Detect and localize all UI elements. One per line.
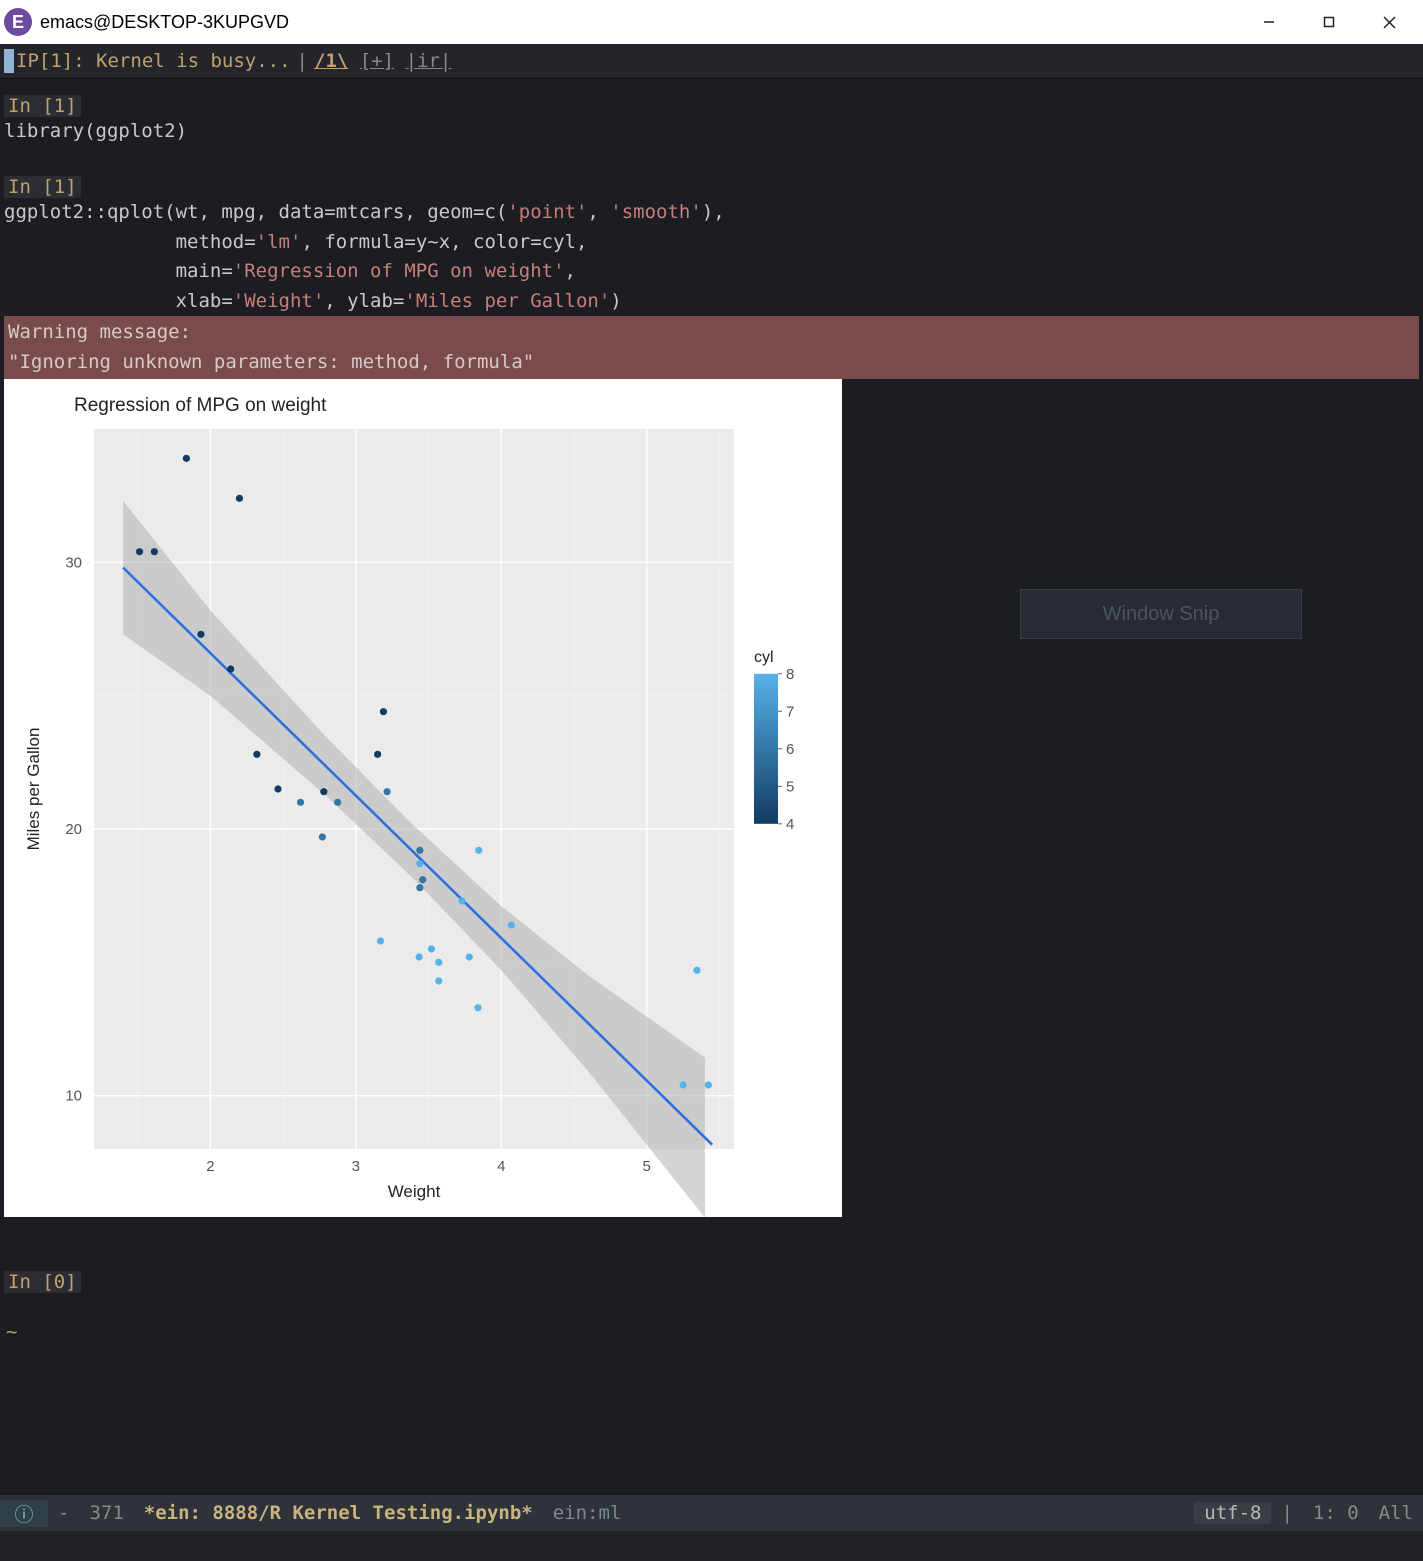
svg-text:10: 10 [65,1088,82,1105]
svg-text:cyl: cyl [754,649,774,666]
svg-text:Weight: Weight [388,1182,441,1201]
svg-text:3: 3 [352,1158,360,1175]
end-of-buffer: ~ [4,1321,1419,1343]
code-cell-2[interactable]: method='lm', formula=y~x, color=cyl, [4,228,1419,257]
warning-output: Warning message: "Ignoring unknown param… [4,316,1419,379]
titlebar[interactable]: E emacs@DESKTOP-3KUPGVD [0,0,1423,44]
kernel-lang[interactable]: |ir| [406,50,452,72]
svg-text:4: 4 [497,1158,505,1175]
cursor-position: 1: 0 [1303,1502,1369,1524]
major-mode[interactable]: ein:ml [543,1502,632,1524]
code-cell-2[interactable]: xlab='Weight', ylab='Miles per Gallon') [4,287,1419,316]
scroll-position: All [1369,1502,1423,1524]
add-cell-button[interactable]: [+] [360,50,394,72]
svg-text:Miles per Gallon: Miles per Gallon [24,728,43,851]
kernel-status: IP[1]: Kernel is busy... [16,50,291,72]
svg-text:5: 5 [786,778,794,795]
svg-text:20: 20 [65,821,82,838]
svg-text:Regression of MPG on weight: Regression of MPG on weight [74,395,327,416]
code-cell-2[interactable]: ggplot2::qplot(wt, mpg, data=mtcars, geo… [4,198,1419,227]
code-cell-1[interactable]: library(ggplot2) [4,117,1419,146]
cursor-indicator [4,49,14,73]
svg-text:8: 8 [786,666,794,683]
modeline[interactable]: ⓘ - 371 *ein: 8888/R Kernel Testing.ipyn… [0,1495,1423,1531]
emacs-icon: E [4,8,32,36]
minibuffer[interactable] [0,1531,1423,1561]
notebook-header: IP[1]: Kernel is busy... | /1\ [+] |ir| [0,44,1423,79]
cell-prompt: In [1] [4,95,81,117]
minimize-button[interactable] [1239,2,1299,42]
svg-text:30: 30 [65,554,82,571]
svg-text:2: 2 [206,1158,214,1175]
window-title: emacs@DESKTOP-3KUPGVD [40,12,1239,33]
maximize-button[interactable] [1299,2,1359,42]
svg-text:5: 5 [643,1158,651,1175]
svg-text:7: 7 [786,703,794,720]
cell-prompt: In [1] [4,176,81,198]
svg-text:6: 6 [786,741,794,758]
encoding[interactable]: utf-8 [1194,1502,1271,1524]
emacs-window: E emacs@DESKTOP-3KUPGVD IP[1]: Kernel is… [0,0,1423,1561]
cell-prompt: In [0] [4,1271,81,1293]
svg-text:4: 4 [786,816,794,833]
worksheet-tab[interactable]: /1\ [314,50,348,72]
buffer-name[interactable]: *ein: 8888/R Kernel Testing.ipynb* [134,1502,543,1524]
close-button[interactable] [1359,2,1419,42]
info-icon[interactable]: ⓘ [0,1500,48,1527]
notebook-buffer[interactable]: In [1] library(ggplot2) In [1] ggplot2::… [0,79,1423,1495]
code-cell-2[interactable]: main='Regression of MPG on weight', [4,257,1419,286]
line-count: 371 [79,1502,133,1524]
plot-output: 2 3 4 5 10 20 30 Weight Miles per Gallon Regressi… [4,379,842,1217]
